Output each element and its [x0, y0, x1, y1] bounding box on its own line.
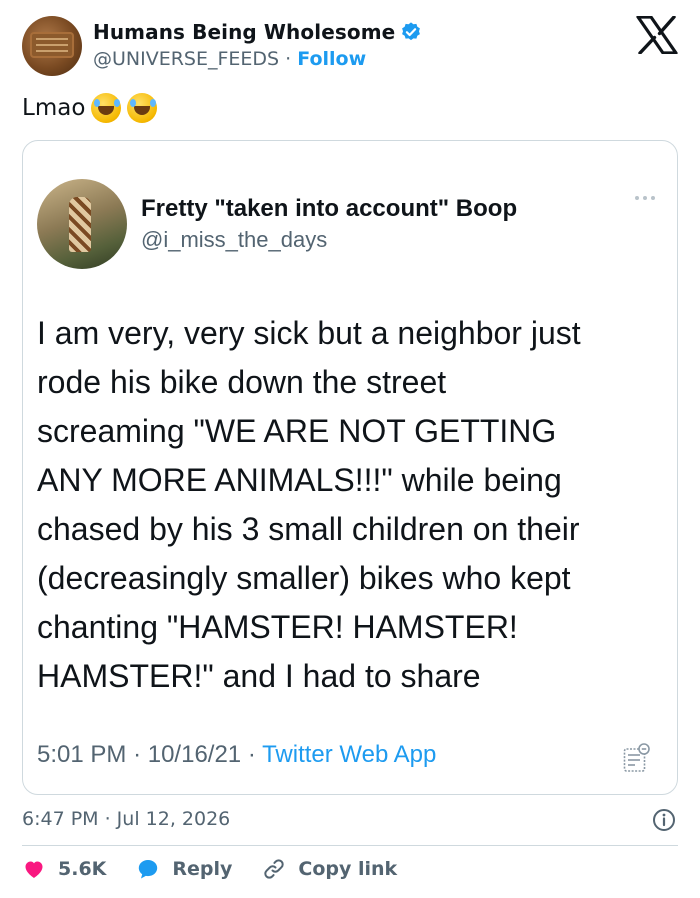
- quoted-author-avatar[interactable]: [37, 179, 127, 269]
- quoted-display-name[interactable]: Fretty "taken into account" Boop: [141, 195, 517, 223]
- quoted-time: 5:01 PM: [37, 741, 127, 768]
- author-display-name[interactable]: Humans Being Wholesome: [93, 20, 395, 44]
- notes-icon[interactable]: [623, 741, 651, 773]
- tweet-text: Lmao: [22, 93, 158, 123]
- laughing-emoji-icon: [91, 93, 122, 123]
- quoted-body-line: rode his bike down the street: [37, 364, 447, 400]
- quoted-body: I am very, very sick but a neighbor just…: [37, 309, 667, 701]
- footer-divider: [22, 845, 678, 846]
- heart-icon: [25, 861, 43, 878]
- copy-link-button[interactable]: Copy link: [262, 857, 397, 881]
- author-name-row[interactable]: Humans Being Wholesome: [93, 20, 422, 44]
- copy-link-label: Copy link: [298, 858, 398, 880]
- like-count: 5.6K: [58, 858, 107, 880]
- follow-button[interactable]: Follow: [297, 48, 366, 70]
- quoted-body-line: chanting "HAMSTER! HAMSTER!: [37, 609, 518, 645]
- avatar-giraffe: [69, 197, 91, 252]
- quoted-body-line: chased by his 3 small children on their: [37, 511, 580, 547]
- author-handle-row: @UNIVERSE_FEEDS · Follow: [93, 48, 366, 70]
- action-bar: 5.6K Reply Copy link: [22, 857, 427, 881]
- author-avatar[interactable]: [22, 16, 82, 76]
- info-icon[interactable]: [652, 808, 676, 832]
- more-dots-icon[interactable]: [635, 196, 659, 206]
- quoted-body-line: I am very, very sick but a neighbor just: [37, 315, 581, 351]
- quoted-body-line: ANY MORE ANIMALS!!!" while being: [37, 462, 562, 498]
- avatar-plaque: [30, 32, 74, 58]
- embedded-tweet-card[interactable]: Fretty "taken into account" Boop @i_miss…: [22, 140, 678, 795]
- handle-separator: ·: [285, 48, 292, 70]
- quoted-handle[interactable]: @i_miss_the_days: [141, 227, 327, 253]
- quoted-date: 10/16/21: [147, 741, 242, 768]
- quoted-separator: ·: [133, 741, 142, 768]
- reply-button[interactable]: Reply: [136, 857, 232, 881]
- author-handle[interactable]: @UNIVERSE_FEEDS: [93, 48, 279, 70]
- quoted-source-link[interactable]: Twitter Web App: [262, 741, 436, 768]
- quoted-meta: 5:01 PM · 10/16/21 · Twitter Web App: [37, 741, 436, 769]
- tweet-text-content: Lmao: [22, 95, 86, 121]
- like-button[interactable]: 5.6K: [22, 857, 106, 881]
- reply-bubble-icon: [139, 860, 158, 879]
- quoted-body-line: HAMSTER!" and I had to share: [37, 658, 481, 694]
- quoted-body-line: screaming "WE ARE NOT GETTING: [37, 413, 557, 449]
- laughing-emoji-icon: [127, 93, 158, 123]
- x-logo-icon[interactable]: [636, 16, 678, 54]
- tweet-timestamp[interactable]: 6:47 PM · Jul 12, 2026: [22, 808, 230, 830]
- quoted-separator: ·: [247, 741, 256, 768]
- link-icon: [264, 859, 285, 879]
- verified-badge-icon: [402, 22, 421, 41]
- quoted-body-line: (decreasingly smaller) bikes who kept: [37, 560, 571, 596]
- reply-label: Reply: [172, 858, 233, 880]
